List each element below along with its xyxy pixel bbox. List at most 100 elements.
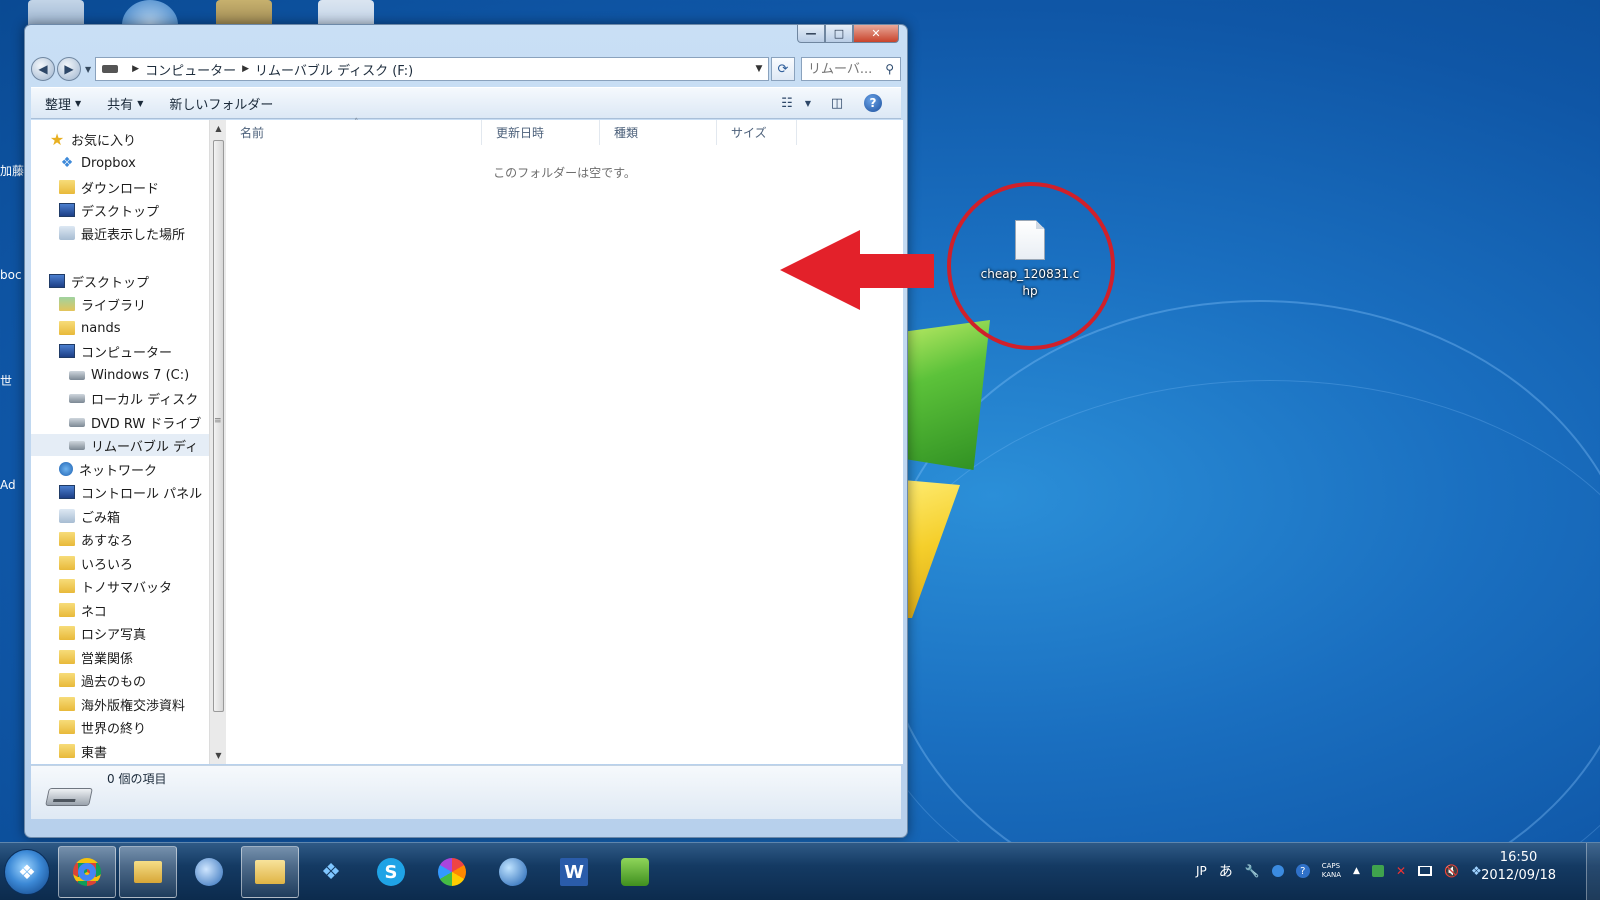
navigation-pane: ★ お気に入り ❖ Dropbox ダウンロード デスクトップ 最近表示した場所 デ… [31,120,209,764]
desktop-file[interactable]: cheap_120831.chp [978,220,1082,300]
nav-folder[interactable]: 海外版権交渉資料 [59,693,185,715]
nav-dvd-drive[interactable]: DVD RW ドライブ [69,411,201,433]
view-options-icon[interactable]: ☷ [773,92,801,114]
computer-icon [59,344,75,358]
removable-drive-icon [45,788,93,806]
nav-downloads[interactable]: ダウンロード [59,176,159,198]
nav-computer[interactable]: コンピューター [59,340,172,362]
word-icon: W [560,858,588,886]
nav-dropbox[interactable]: ❖ Dropbox [59,152,136,174]
column-header-size[interactable]: サイズ [717,120,797,145]
forward-button[interactable]: ▶ [57,57,81,81]
action-center-icon[interactable]: ✕ [1396,864,1406,878]
nav-favorites[interactable]: ★ お気に入り [49,128,136,150]
back-button[interactable]: ◀ [31,57,55,81]
taskbar-chrome[interactable] [58,846,116,898]
breadcrumb-separator-icon[interactable]: ▶ [132,64,139,74]
network-tray-icon[interactable] [1418,866,1432,876]
column-header-name[interactable]: 名前 ˄ [226,118,482,145]
minimize-button[interactable]: — [797,25,825,43]
nav-drive-c[interactable]: Windows 7 (C:) [69,364,189,386]
local-disk-icon [69,393,85,403]
nav-folder[interactable]: ロシア写真 [59,622,146,644]
refresh-button[interactable]: ⟳ [771,57,795,81]
nav-scrollbar[interactable]: ▲ ≡ ▼ [209,120,226,764]
desktop-icon [59,203,75,217]
clock[interactable]: 16:50 2012/09/18 [1481,849,1556,885]
taskbar-skype[interactable]: S [362,846,420,898]
taskbar-thunderbird[interactable] [180,846,238,898]
taskbar: ❖ ❖ S W JP あ 🔧 ? CAPS KANA ▲ ✕ 🔇 ❖ 16:50… [0,842,1600,900]
help-button[interactable]: ? [859,92,887,114]
breadcrumb-removable-disk[interactable]: リムーバブル ディスク (F:) [255,60,413,79]
nav-label: トノサマバッタ [81,580,173,596]
view-dropdown-icon[interactable]: ▼ [801,92,815,114]
nav-folder[interactable]: トノサマバッタ [59,575,172,597]
start-button[interactable]: ❖ [4,849,50,895]
tools-icon[interactable]: 🔧 [1245,864,1260,878]
breadcrumb-separator-icon[interactable]: ▶ [242,64,249,74]
downloads-folder-icon [59,180,75,194]
share-menu[interactable]: 共有 ▼ [107,94,143,113]
nav-folder[interactable]: ネコ [59,599,107,621]
search-icon[interactable]: ⚲ [885,62,894,76]
scroll-up-icon[interactable]: ▲ [210,120,227,137]
nav-network[interactable]: ネットワーク [59,458,157,480]
breadcrumb-computer[interactable]: コンピューター [145,60,236,79]
folder-icon [59,744,75,758]
scroll-thumb[interactable] [213,140,224,712]
nav-recycle-bin[interactable]: ごみ箱 [59,505,120,527]
language-indicator[interactable]: JP [1196,864,1207,878]
caps-label: CAPS [1321,862,1341,870]
taskbar-dropbox[interactable]: ❖ [302,846,360,898]
taskbar-evernote[interactable] [606,846,664,898]
star-icon: ★ [49,129,65,149]
organize-menu[interactable]: 整理 ▼ [45,94,81,113]
search-box[interactable]: ⚲ [801,57,901,81]
file-list-pane[interactable]: 名前 ˄ 更新日時 種類 サイズ このフォルダーは空です。 [226,118,903,764]
nav-removable-disk[interactable]: リムーバブル ディ [31,434,209,456]
recent-pages-dropdown-icon[interactable]: ▼ [85,65,91,74]
taskbar-picasa[interactable] [423,846,481,898]
close-button[interactable]: ✕ [853,25,899,43]
address-dropdown-icon[interactable]: ▼ [750,64,768,74]
nav-folder[interactable]: 過去のもの [59,669,146,691]
address-bar[interactable]: ▶ コンピューター ▶ リムーバブル ディスク (F:) ▼ [95,57,769,81]
column-header-type[interactable]: 種類 [600,120,717,145]
thunderbird-icon [195,858,223,886]
new-folder-button[interactable]: 新しいフォルダー [169,94,273,113]
nav-folder[interactable]: 世界の終り [59,716,146,738]
nav-folder[interactable]: あすなろ [59,528,133,550]
nav-label: 世界の終り [81,721,147,737]
taskbar-explorer-window[interactable] [241,846,299,898]
help-tray-icon[interactable]: ? [1295,864,1310,878]
ime-mode-icon[interactable] [1271,865,1284,877]
nav-label: ライブラリ [81,298,147,314]
column-header-modified[interactable]: 更新日時 [482,120,600,145]
scroll-down-icon[interactable]: ▼ [210,747,227,764]
nav-folder[interactable]: いろいろ [59,552,133,574]
show-hidden-icons[interactable]: ▲ [1353,866,1360,876]
nav-label: ネットワーク [79,463,158,479]
search-input[interactable] [808,61,878,77]
ime-indicator[interactable]: あ [1219,861,1233,881]
nav-desktop[interactable]: デスクトップ [49,270,149,292]
nav-control-panel[interactable]: コントロール パネル [59,481,202,503]
nav-local-disk[interactable]: ローカル ディスク [69,387,198,409]
volume-muted-icon[interactable]: 🔇 [1444,864,1459,878]
nav-recent-places[interactable]: 最近表示した場所 [59,222,185,244]
taskbar-explorer-libraries[interactable] [119,846,177,898]
show-desktop-button[interactable] [1586,843,1600,900]
maximize-button[interactable]: □ [825,25,853,43]
refresh-icon: ⟳ [777,61,789,77]
taskbar-google-earth[interactable] [484,846,542,898]
nav-label: nands [81,320,121,336]
nav-fav-desktop[interactable]: デスクトップ [59,199,159,221]
nav-folder[interactable]: 営業関係 [59,646,133,668]
taskbar-word[interactable]: W [545,846,603,898]
preview-pane-icon[interactable]: ◫ [823,92,851,114]
nav-user-nands[interactable]: nands [59,317,120,339]
security-icon[interactable] [1371,865,1384,877]
nav-folder[interactable]: 東書 [59,740,107,762]
nav-libraries[interactable]: ライブラリ [59,293,146,315]
